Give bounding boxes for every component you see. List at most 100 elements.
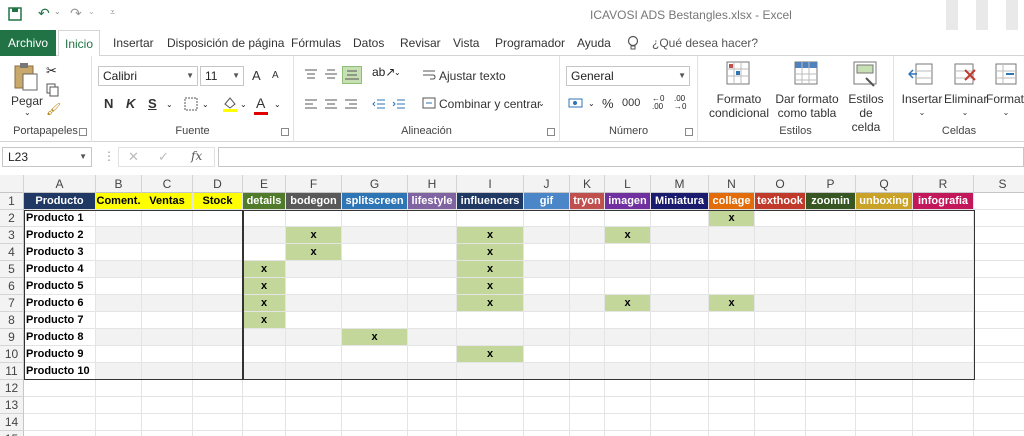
column-header-r[interactable]: R <box>913 175 974 193</box>
product-cell[interactable]: Producto 9 <box>24 346 96 363</box>
empty-cell[interactable] <box>342 431 408 436</box>
table-cell[interactable] <box>286 261 342 278</box>
table-cell[interactable] <box>856 329 913 346</box>
redo-dropdown-icon[interactable]: ⌄ <box>88 7 95 16</box>
align-right-icon[interactable] <box>344 98 358 113</box>
product-cell[interactable]: Producto 8 <box>24 329 96 346</box>
tab-inicio[interactable]: Inicio <box>58 30 100 57</box>
tab-revisar[interactable]: Revisar <box>394 30 447 56</box>
window-control[interactable] <box>976 0 988 30</box>
empty-cell[interactable] <box>974 295 1024 312</box>
table-cell[interactable] <box>96 278 142 295</box>
table-cell[interactable] <box>342 227 408 244</box>
table-cell[interactable] <box>408 312 457 329</box>
table-cell[interactable] <box>193 363 243 380</box>
column-header-s[interactable]: S <box>974 175 1024 193</box>
column-header-e[interactable]: E <box>243 175 286 193</box>
table-cell[interactable] <box>243 227 286 244</box>
thousands-button[interactable]: 000 <box>622 97 640 109</box>
table-cell[interactable] <box>408 329 457 346</box>
format-painter-icon[interactable]: 🖌 <box>46 102 61 116</box>
mark-cell[interactable]: x <box>342 329 408 346</box>
table-cell[interactable] <box>286 278 342 295</box>
header-cell[interactable]: splitscreen <box>342 193 408 210</box>
empty-cell[interactable] <box>457 431 524 436</box>
empty-cell[interactable] <box>457 414 524 431</box>
empty-cell[interactable] <box>142 397 193 414</box>
window-control[interactable] <box>1006 0 1018 30</box>
empty-cell[interactable] <box>974 227 1024 244</box>
empty-cell[interactable] <box>243 397 286 414</box>
table-cell[interactable] <box>193 312 243 329</box>
empty-cell[interactable] <box>974 193 1024 210</box>
table-cell[interactable] <box>193 346 243 363</box>
table-cell[interactable] <box>570 227 605 244</box>
empty-cell[interactable] <box>974 329 1024 346</box>
empty-cell[interactable] <box>806 414 856 431</box>
table-cell[interactable] <box>570 363 605 380</box>
table-cell[interactable] <box>142 363 193 380</box>
chevron-down-icon[interactable]: ⌄ <box>240 100 247 109</box>
table-cell[interactable] <box>408 227 457 244</box>
table-cell[interactable] <box>856 312 913 329</box>
cut-icon[interactable]: ✂ <box>46 63 57 79</box>
empty-cell[interactable] <box>524 431 570 436</box>
table-cell[interactable] <box>193 278 243 295</box>
column-header-l[interactable]: L <box>605 175 651 193</box>
product-cell[interactable]: Producto 5 <box>24 278 96 295</box>
table-cell[interactable] <box>651 244 709 261</box>
insert-function-button[interactable]: fx <box>191 149 202 163</box>
column-header-q[interactable]: Q <box>856 175 913 193</box>
header-cell[interactable]: bodegon <box>286 193 342 210</box>
delete-cells-button[interactable]: Eliminar ⌄ <box>944 60 987 120</box>
column-header-b[interactable]: B <box>96 175 142 193</box>
empty-cell[interactable] <box>974 261 1024 278</box>
table-cell[interactable] <box>651 210 709 227</box>
table-cell[interactable] <box>408 244 457 261</box>
dialog-launcher-icon[interactable] <box>281 128 289 136</box>
column-header-o[interactable]: O <box>755 175 806 193</box>
empty-cell[interactable] <box>408 380 457 397</box>
table-cell[interactable] <box>913 261 974 278</box>
table-cell[interactable] <box>524 244 570 261</box>
table-cell[interactable] <box>856 227 913 244</box>
table-cell[interactable] <box>96 227 142 244</box>
table-cell[interactable] <box>605 363 651 380</box>
table-cell[interactable] <box>142 295 193 312</box>
currency-icon[interactable] <box>568 96 584 113</box>
table-cell[interactable] <box>709 261 755 278</box>
tab-programador[interactable]: Programador <box>489 30 571 56</box>
table-cell[interactable] <box>570 346 605 363</box>
empty-cell[interactable] <box>974 397 1024 414</box>
table-cell[interactable] <box>913 346 974 363</box>
customize-toolbar-icon[interactable]: ⩡ <box>110 7 115 18</box>
table-cell[interactable] <box>755 261 806 278</box>
empty-cell[interactable] <box>974 210 1024 227</box>
paste-dropdown-icon[interactable]: ⌄ <box>24 108 31 117</box>
table-cell[interactable] <box>755 312 806 329</box>
row-header-11[interactable]: 11 <box>0 363 24 380</box>
name-box[interactable]: L23 ▼ <box>2 147 92 167</box>
column-header-a[interactable]: A <box>24 175 96 193</box>
table-cell[interactable] <box>605 278 651 295</box>
product-cell[interactable]: Producto 6 <box>24 295 96 312</box>
table-cell[interactable] <box>913 227 974 244</box>
table-cell[interactable] <box>457 210 524 227</box>
table-cell[interactable] <box>408 363 457 380</box>
empty-cell[interactable] <box>96 431 142 436</box>
row-header-1[interactable]: 1 <box>0 193 24 210</box>
table-cell[interactable] <box>142 261 193 278</box>
empty-cell[interactable] <box>142 380 193 397</box>
empty-cell[interactable] <box>24 414 96 431</box>
table-cell[interactable] <box>342 346 408 363</box>
empty-cell[interactable] <box>96 397 142 414</box>
table-cell[interactable] <box>524 295 570 312</box>
align-middle-icon[interactable] <box>324 68 338 83</box>
mark-cell[interactable]: x <box>457 278 524 295</box>
table-cell[interactable] <box>570 295 605 312</box>
table-cell[interactable] <box>856 210 913 227</box>
row-header-10[interactable]: 10 <box>0 346 24 363</box>
table-cell[interactable] <box>408 346 457 363</box>
table-cell[interactable] <box>193 329 243 346</box>
table-cell[interactable] <box>856 295 913 312</box>
